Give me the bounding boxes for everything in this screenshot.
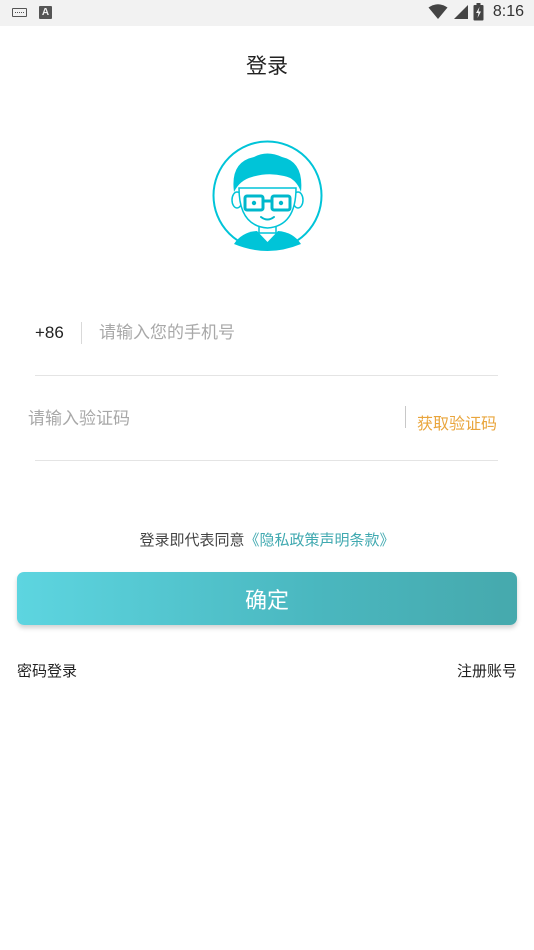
code-divider: [405, 406, 406, 428]
status-bar-right: 8:16: [428, 3, 524, 21]
status-bar: A 8:16: [0, 0, 534, 26]
page-title: 登录: [246, 54, 288, 78]
wifi-icon: [428, 4, 448, 19]
agreement-text: 登录即代表同意《隐私政策声明条款》: [0, 529, 534, 550]
get-code-button[interactable]: 获取验证码: [417, 410, 497, 434]
user-avatar-icon[interactable]: [212, 140, 323, 251]
verification-row: 获取验证码: [28, 396, 498, 461]
privacy-policy-link[interactable]: 《隐私政策声明条款》: [245, 531, 395, 549]
password-login-link[interactable]: 密码登录: [17, 660, 77, 681]
signal-icon: [453, 5, 468, 19]
phone-row: +86: [35, 312, 498, 376]
battery-charging-icon: [473, 3, 484, 21]
status-time: 8:16: [492, 3, 524, 20]
a-letter-icon: A: [39, 6, 52, 19]
status-bar-left: A: [12, 6, 52, 19]
phone-input[interactable]: [99, 318, 489, 348]
phone-divider: [81, 322, 82, 344]
agreement-prefix: 登录即代表同意: [139, 531, 245, 549]
country-code[interactable]: +86: [35, 323, 64, 343]
verification-code-input[interactable]: [28, 404, 388, 434]
confirm-button[interactable]: 确定: [17, 572, 517, 625]
register-link[interactable]: 注册账号: [457, 660, 517, 681]
keyboard-icon: [12, 8, 27, 17]
